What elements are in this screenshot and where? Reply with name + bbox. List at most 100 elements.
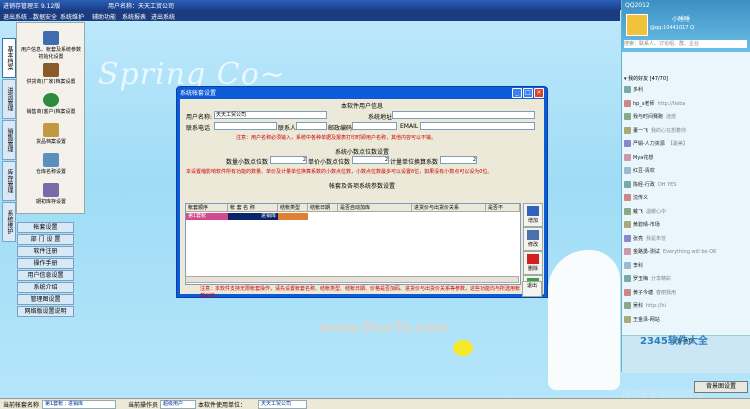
horizontal-scrollbar[interactable] xyxy=(185,276,519,283)
price-decimal-field[interactable]: 2 xyxy=(352,156,389,164)
table-row[interactable]: 第1套帐 进销库 xyxy=(186,213,520,220)
bg-settings-button[interactable]: 管理图设置 xyxy=(17,294,74,305)
list-item[interactable]: 红豆-清欢 xyxy=(624,166,748,177)
grid-cell[interactable] xyxy=(486,213,520,220)
background-settings-button[interactable]: 背景图设置 xyxy=(694,381,748,393)
menu-item[interactable]: 数据安全 xyxy=(33,12,57,21)
menu-item[interactable]: 退出系统 ... xyxy=(3,12,35,21)
grid-cell[interactable] xyxy=(412,213,486,220)
list-item[interactable]: 黄碧晴-市场 xyxy=(624,220,748,231)
app-title: 进销存管理王 9.12版 xyxy=(3,3,61,10)
contact-name: 吴科 xyxy=(633,303,644,309)
qty-decimal-field[interactable]: 2 xyxy=(270,156,307,164)
address-label: 系统地址 xyxy=(368,114,393,121)
left-item-warehouse[interactable]: 仓库名称设置 xyxy=(19,153,83,175)
globe-icon xyxy=(43,93,59,107)
contact-name: 王金泽-网站 xyxy=(633,316,660,323)
menu-item[interactable]: 辅助功能 xyxy=(92,12,116,21)
list-item[interactable]: 董一飞 我的心在想着你 xyxy=(624,126,748,137)
menu-item[interactable]: 进出系统 xyxy=(151,12,175,21)
list-item[interactable]: 吴科 http://hi xyxy=(624,301,748,312)
list-item[interactable]: Mya花想 xyxy=(624,153,748,164)
qq-search-input[interactable]: 搜索：联系人、讨论组、群、企业 xyxy=(624,40,747,48)
account-grid: 帐套顺序 帐 套 名 称 结帐类型 结帐日期 是否自动加库 进货价与出货价关系 … xyxy=(185,203,521,336)
left-item-goods[interactable]: 货品档案设置 xyxy=(19,123,83,145)
tab-purchase[interactable]: 进货管理 xyxy=(2,79,16,119)
dialog-watermark: www.DuoTe.com xyxy=(319,320,449,336)
grid-cell[interactable]: 第1套帐 xyxy=(186,213,228,220)
system-intro-button[interactable]: 系统介绍 xyxy=(17,282,74,293)
menu-item[interactable]: 系统维护 xyxy=(60,12,84,21)
grid-cell[interactable] xyxy=(278,213,308,220)
exit-label: 退出 xyxy=(526,283,537,289)
phone-field[interactable] xyxy=(214,122,277,130)
box-icon xyxy=(43,123,59,137)
zip-field[interactable] xyxy=(352,122,397,130)
delete-button[interactable]: 删除 xyxy=(523,251,543,275)
user-name-field[interactable]: 天天工贸公司 xyxy=(214,111,327,119)
register-button[interactable]: 软件注册 xyxy=(17,246,74,257)
list-item[interactable]: 罗玉梅 分享精彩 xyxy=(624,274,748,285)
unit-ratio-field[interactable]: 2 xyxy=(440,156,477,164)
list-item[interactable]: 张亮 我是朱曾 xyxy=(624,234,748,245)
grid-cell[interactable] xyxy=(338,213,412,220)
manual-button[interactable]: 操作手册 xyxy=(17,258,74,269)
tab-maintenance[interactable]: 系统维护 xyxy=(2,202,16,242)
section-account: 帐套及各项系统参数设置 xyxy=(328,183,395,190)
menu-item[interactable]: 系统报表 xyxy=(122,12,146,21)
edit-button[interactable]: 修改 xyxy=(523,227,543,251)
list-item[interactable]: 黄子今塘 春丽我用 xyxy=(624,288,748,299)
add-button[interactable]: 增加 xyxy=(523,203,543,227)
contact-signature: 我是朱曾 xyxy=(646,235,667,242)
vertical-tabs: 基本档案 进货管理 销售管理 库存管理 系统维护 xyxy=(2,38,16,243)
grid-cell[interactable]: 进销库 xyxy=(228,213,278,220)
tab-stock[interactable]: 库存管理 xyxy=(2,161,16,201)
section-decimal: 系统小数点位数设置 xyxy=(334,149,389,156)
list-item[interactable]: 我与时间赛跑 迷惑 xyxy=(624,112,748,123)
left-item-customers[interactable]: 销售商(客户)档案设置 xyxy=(19,93,83,115)
list-item[interactable]: 多利 xyxy=(624,85,748,96)
contact-field[interactable] xyxy=(296,122,327,130)
avatar[interactable] xyxy=(626,14,648,36)
contact-name: Mya花想 xyxy=(633,154,654,161)
friend-group-header[interactable]: ▾ 我的好友 [47/70] xyxy=(624,75,668,82)
left-item-suppliers[interactable]: 供货商(厂家)档案设置 xyxy=(19,63,83,85)
network-help-button[interactable]: 网络版设置说明 xyxy=(17,306,74,317)
phone-label: 联系电话 xyxy=(186,125,211,132)
left-panel: 用户信息、帐套及系统参数初始化设置 供货商(厂家)档案设置 销售商(客户)档案设… xyxy=(16,22,85,214)
user-info-button[interactable]: 用户信息设置 xyxy=(17,270,74,281)
grid-header: 进货价与出货价关系 xyxy=(412,204,486,212)
list-item[interactable]: 沈传义 xyxy=(624,193,748,204)
list-item[interactable]: 严娟-人力资源 【最美】 xyxy=(624,139,748,150)
note-account: 注意：本软件支持无限帐套操作，请先设置帐套名称、结帐类型、结帐日期、价格是否加码… xyxy=(200,286,521,299)
list-item[interactable]: hp_s老师 http://tieba xyxy=(624,99,748,110)
account-settings-button[interactable]: 帐套设置 xyxy=(17,222,74,233)
contact-name: 张亮 xyxy=(633,235,644,242)
contact-name: 金路勇-测试 xyxy=(633,249,660,255)
avatar xyxy=(624,167,631,174)
email-field[interactable] xyxy=(420,122,535,130)
left-item-initial-stock[interactable]: 期初库存设置 xyxy=(19,183,83,205)
contact-name: 罗玉梅 xyxy=(633,276,649,282)
list-item[interactable]: 李科 xyxy=(624,261,748,272)
avatar xyxy=(624,315,631,323)
exit-button[interactable]: 退出 xyxy=(522,281,542,297)
close-icon[interactable]: × xyxy=(534,88,544,98)
grid-cell[interactable] xyxy=(308,213,338,220)
list-item[interactable]: 戴飞 温暖心中 xyxy=(624,207,748,218)
maximize-icon[interactable]: □ xyxy=(523,88,533,98)
minimize-icon[interactable]: _ xyxy=(512,88,522,98)
address-field[interactable] xyxy=(392,111,535,119)
list-item[interactable]: 金路勇-测试 Everything will be OK xyxy=(624,247,748,258)
list-item[interactable]: 王金泽-网站 xyxy=(624,315,748,326)
qq-signature[interactable]: @qq:10441017 Q xyxy=(650,25,694,31)
tab-basic[interactable]: 基本档案 xyxy=(2,38,16,78)
avatar xyxy=(624,261,631,269)
department-settings-button[interactable]: 部 门 设 置 xyxy=(17,234,74,245)
account-settings-dialog: 系统帐套设置 _ □ × 本软件用户信息 用户名称: 天天工贸公司 系统地址 联系电… xyxy=(176,86,548,336)
tab-sales[interactable]: 销售管理 xyxy=(2,120,16,160)
qq-panel: QQ2012 小睡睡 @qq:10441017 Q 搜索：联系人、讨论组、群、企… xyxy=(621,0,750,373)
left-item-user-settings[interactable]: 用户信息、帐套及系统参数初始化设置 xyxy=(19,31,83,60)
list-item[interactable]: 陈经-行政 OH YES xyxy=(624,180,748,191)
avatar xyxy=(624,180,631,188)
